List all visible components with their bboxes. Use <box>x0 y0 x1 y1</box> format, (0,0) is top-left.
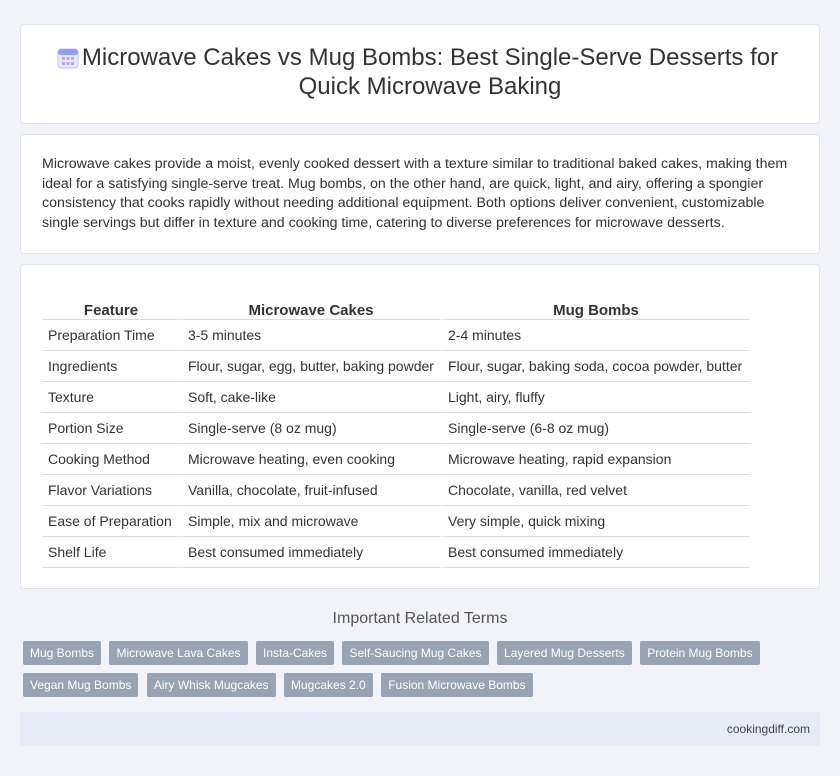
column-header-microwave-cakes: Microwave Cakes <box>182 293 442 320</box>
related-terms-list: Mug Bombs Microwave Lava Cakes Insta-Cak… <box>23 641 783 705</box>
related-term-tag[interactable]: Airy Whisk Mugcakes <box>146 673 276 697</box>
table-header-row: Feature Microwave Cakes Mug Bombs <box>42 293 750 320</box>
table-cell: Light, airy, fluffy <box>442 382 750 413</box>
column-header-feature: Feature <box>42 293 182 320</box>
related-term-tag[interactable]: Mug Bombs <box>23 641 102 665</box>
table-cell: Single-serve (6-8 oz mug) <box>442 413 750 444</box>
summary-text: Microwave cakes provide a moist, evenly … <box>42 156 788 231</box>
table-cell: Flour, sugar, baking soda, cocoa powder,… <box>442 351 750 382</box>
related-term-tag[interactable]: Protein Mug Bombs <box>640 641 760 665</box>
column-header-mug-bombs: Mug Bombs <box>442 293 750 320</box>
table-cell: Preparation Time <box>42 320 182 351</box>
table-cell: Ease of Preparation <box>42 506 182 537</box>
table-cell: Cooking Method <box>42 444 182 475</box>
table-row: Texture Soft, cake-like Light, airy, flu… <box>42 382 750 413</box>
page-title: Microwave Cakes vs Mug Bombs: Best Singl… <box>81 44 779 100</box>
table-cell: Flavor Variations <box>42 475 182 506</box>
related-term-tag[interactable]: Microwave Lava Cakes <box>109 641 248 665</box>
table-row: Portion Size Single-serve (8 oz mug) Sin… <box>42 413 750 444</box>
related-term-tag[interactable]: Mugcakes 2.0 <box>284 673 373 697</box>
summary-card: Microwave cakes provide a moist, evenly … <box>20 134 820 254</box>
related-terms-heading: Important Related Terms <box>332 610 508 627</box>
related-term-tag[interactable]: Layered Mug Desserts <box>497 641 632 665</box>
table-cell: Very simple, quick mixing <box>442 506 750 537</box>
related-term-tag[interactable]: Vegan Mug Bombs <box>23 673 139 697</box>
related-term-tag[interactable]: Insta-Cakes <box>256 641 335 665</box>
table-row: Shelf Life Best consumed immediately Bes… <box>42 537 750 568</box>
table-cell: Best consumed immediately <box>182 537 442 568</box>
footer-site-link[interactable]: cookingdiff.com <box>727 722 810 736</box>
comparison-table: Feature Microwave Cakes Mug Bombs Prepar… <box>42 293 750 568</box>
comparison-card: Feature Microwave Cakes Mug Bombs Prepar… <box>20 264 820 589</box>
footer: cookingdiff.com <box>20 712 820 746</box>
related-term-tag[interactable]: Fusion Microwave Bombs <box>381 673 533 697</box>
title-card: Microwave Cakes vs Mug Bombs: Best Singl… <box>20 24 820 124</box>
table-cell: Shelf Life <box>42 537 182 568</box>
table-cell: Texture <box>42 382 182 413</box>
table-cell: Chocolate, vanilla, red velvet <box>442 475 750 506</box>
table-cell: Ingredients <box>42 351 182 382</box>
table-cell: 2-4 minutes <box>442 320 750 351</box>
table-cell: Simple, mix and microwave <box>182 506 442 537</box>
table-cell: Portion Size <box>42 413 182 444</box>
table-cell: Vanilla, chocolate, fruit-infused <box>182 475 442 506</box>
table-row: Ingredients Flour, sugar, egg, butter, b… <box>42 351 750 382</box>
table-row: Cooking Method Microwave heating, even c… <box>42 444 750 475</box>
table-row: Ease of Preparation Simple, mix and micr… <box>42 506 750 537</box>
related-term-tag[interactable]: Self-Saucing Mug Cakes <box>342 641 489 665</box>
table-cell: Microwave heating, even cooking <box>182 444 442 475</box>
table-cell: Soft, cake-like <box>182 382 442 413</box>
table-cell: Single-serve (8 oz mug) <box>182 413 442 444</box>
table-cell: Microwave heating, rapid expansion <box>442 444 750 475</box>
table-row: Preparation Time 3-5 minutes 2-4 minutes <box>42 320 750 351</box>
table-cell: Best consumed immediately <box>442 537 750 568</box>
table-cell: Flour, sugar, egg, butter, baking powder <box>182 351 442 382</box>
table-row: Flavor Variations Vanilla, chocolate, fr… <box>42 475 750 506</box>
table-cell: 3-5 minutes <box>182 320 442 351</box>
